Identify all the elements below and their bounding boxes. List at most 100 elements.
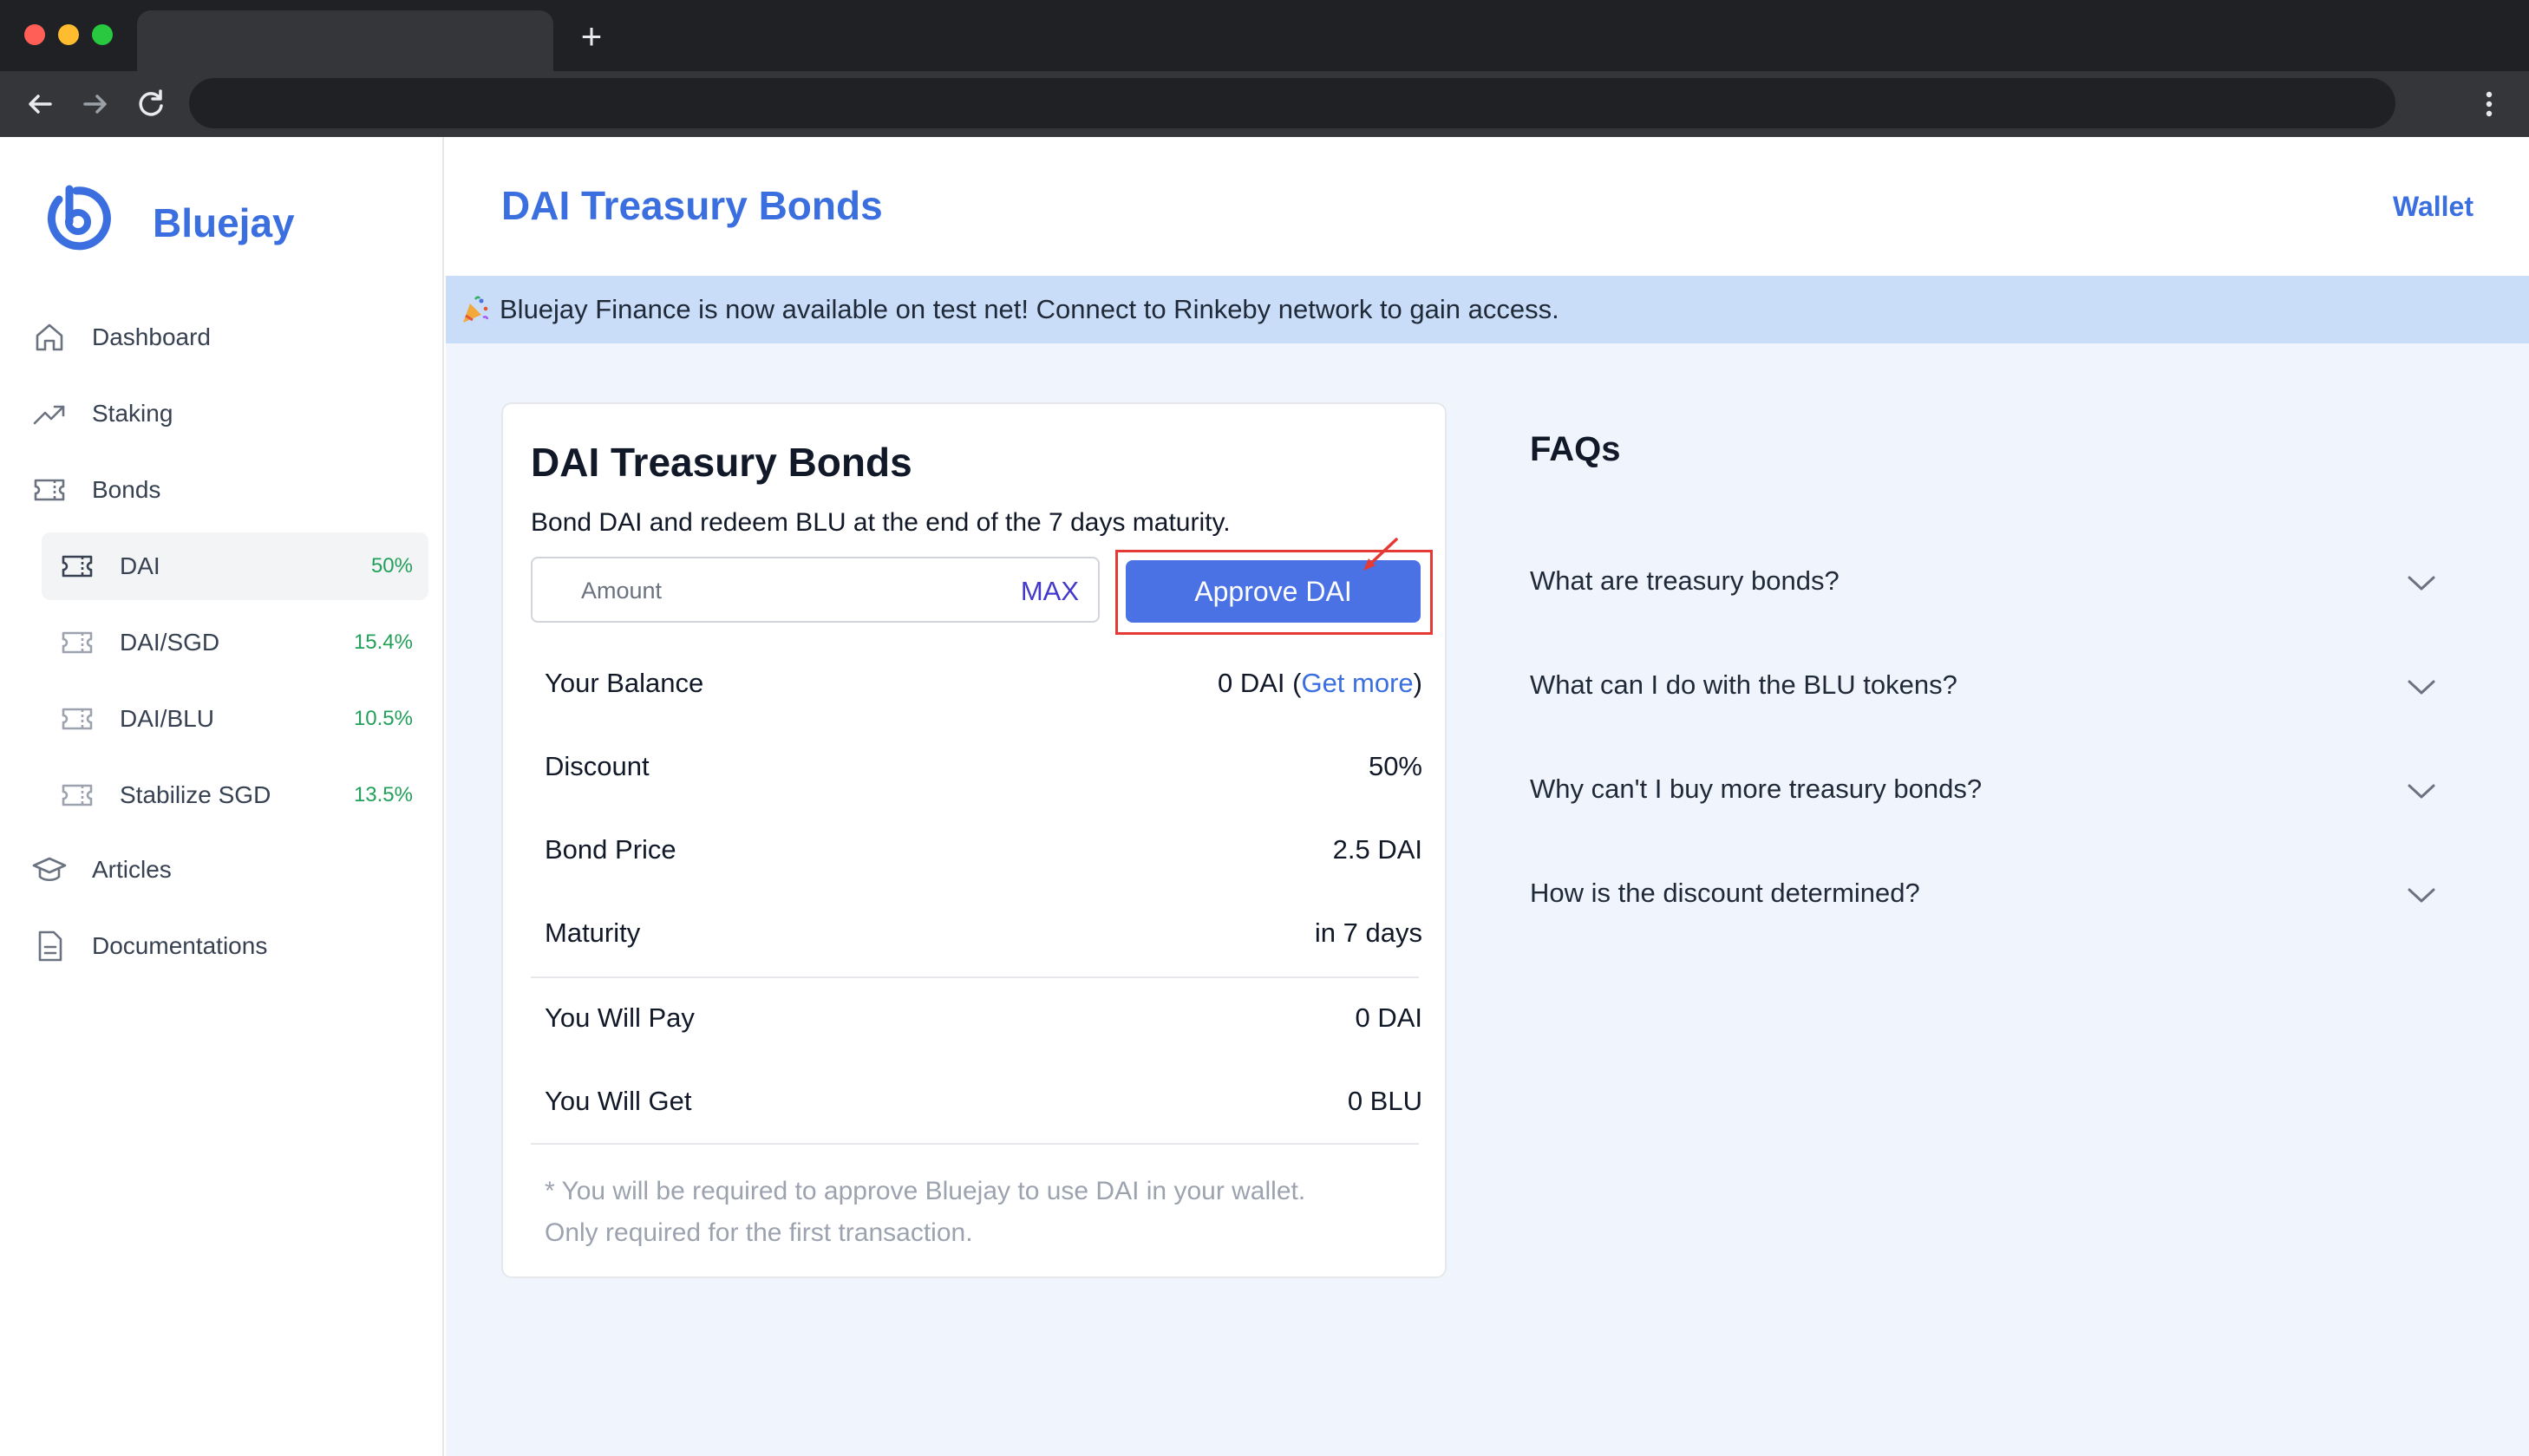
pointer-arrow-icon [1351, 534, 1403, 578]
main-content: DAI Treasury Bonds Wallet Bluejay Financ… [446, 137, 2529, 1456]
sidebar-item-label: Bonds [92, 476, 161, 503]
sidebar-item-label: Documentations [92, 932, 268, 959]
ticket-icon [59, 701, 95, 737]
bond-label: DAI [120, 552, 160, 579]
sidebar-bond-dai[interactable]: DAI 50% [42, 532, 428, 600]
sidebar-item-articles[interactable]: Articles [31, 843, 172, 897]
ticket-icon [59, 548, 95, 584]
sidebar-item-staking[interactable]: Staking [31, 387, 173, 441]
menu-kebab-icon[interactable] [2472, 83, 2506, 125]
browser-toolbar [0, 71, 2529, 137]
ticket-icon [59, 624, 95, 661]
forward-icon[interactable] [75, 83, 116, 125]
reload-icon[interactable] [130, 83, 172, 125]
chevron-down-icon[interactable] [2402, 876, 2441, 914]
faq-item[interactable]: What are treasury bonds? [1530, 555, 2441, 607]
row-label: You Will Get [545, 1086, 692, 1116]
announcement-banner: Bluejay Finance is now available on test… [446, 276, 2529, 343]
page-title: DAI Treasury Bonds [501, 183, 883, 228]
row-label: Bond Price [545, 834, 676, 865]
ticket-icon [31, 472, 68, 508]
max-button[interactable]: MAX [1021, 576, 1079, 607]
bluejay-logo-icon[interactable] [38, 180, 114, 257]
amount-field: MAX [531, 557, 1100, 623]
note-line: Only required for the first transaction. [545, 1218, 973, 1247]
row-label: You Will Pay [545, 1002, 695, 1033]
sidebar-item-dashboard[interactable]: Dashboard [31, 310, 211, 364]
row-value: 0 BLU [1347, 1086, 1422, 1116]
page-header: DAI Treasury Bonds Wallet [446, 137, 2529, 276]
home-icon [31, 319, 68, 356]
row-label: Discount [545, 751, 650, 781]
sidebar: Bluejay Dashboard Staking Bonds DAI 50% [0, 137, 444, 1456]
faq-item[interactable]: What can I do with the BLU tokens? [1530, 659, 2441, 711]
sidebar-item-bonds[interactable]: Bonds [31, 463, 160, 517]
faq-title: FAQs [1530, 430, 1621, 468]
row-label: Maturity [545, 917, 641, 948]
bond-discount-pct: 13.5% [353, 783, 413, 806]
app: Bluejay Dashboard Staking Bonds DAI 50% [0, 137, 2529, 1456]
amount-input[interactable] [534, 560, 985, 621]
address-bar[interactable] [189, 78, 2395, 128]
row-label: Your Balance [545, 668, 704, 698]
chevron-down-icon[interactable] [2402, 668, 2441, 706]
row-value: 2.5 DAI [1332, 834, 1422, 865]
wallet-button[interactable]: Wallet [2393, 191, 2473, 223]
row-value: in 7 days [1314, 917, 1422, 948]
ticket-icon [59, 777, 95, 813]
faq-question: Why can't I buy more treasury bonds? [1530, 774, 1983, 804]
faq-item[interactable]: How is the discount determined? [1530, 867, 2441, 919]
faq-question: What are treasury bonds? [1530, 565, 1840, 596]
note-line: * You will be required to approve Blueja… [545, 1177, 1306, 1205]
bond-card: DAI Treasury Bonds Bond DAI and redeem B… [501, 402, 1447, 1278]
sidebar-item-documentations[interactable]: Documentations [31, 919, 267, 973]
sidebar-bond-stabilize-sgd[interactable]: Stabilize SGD 13.5% [42, 761, 428, 829]
you-will-get-row: You Will Get 0 BLU [545, 1079, 1422, 1122]
divider [531, 1143, 1419, 1145]
document-icon [31, 928, 68, 964]
sidebar-item-label: Articles [92, 856, 172, 883]
app-name[interactable]: Bluejay [153, 199, 295, 246]
faq-question: What can I do with the BLU tokens? [1530, 669, 1957, 700]
get-more-link[interactable]: Get more [1301, 668, 1413, 698]
maximize-window-button[interactable] [92, 24, 113, 45]
browser-tab[interactable] [137, 10, 553, 71]
close-window-button[interactable] [24, 24, 45, 45]
bond-label: DAI/BLU [120, 705, 214, 732]
discount-row: Discount 50% [545, 744, 1422, 787]
party-popper-icon [458, 293, 491, 326]
bond-price-row: Bond Price 2.5 DAI [545, 827, 1422, 871]
banner-text: Bluejay Finance is now available on test… [500, 294, 1559, 324]
row-value: 50% [1368, 751, 1422, 781]
sidebar-item-label: Staking [92, 400, 173, 427]
approval-note: * You will be required to approve Blueja… [545, 1171, 1421, 1254]
divider [531, 976, 1419, 978]
minimize-window-button[interactable] [58, 24, 79, 45]
bond-discount-pct: 50% [370, 554, 413, 578]
browser-titlebar: + [0, 0, 2529, 71]
bond-discount-pct: 10.5% [353, 707, 413, 730]
bond-label: DAI/SGD [120, 629, 220, 656]
balance-suffix: ) [1413, 668, 1422, 698]
balance-row: Your Balance 0 DAI (Get more) [545, 661, 1422, 704]
card-subtitle: Bond DAI and redeem BLU at the end of th… [531, 508, 1231, 537]
card-title: DAI Treasury Bonds [531, 440, 912, 485]
back-icon[interactable] [19, 83, 61, 125]
maturity-row: Maturity in 7 days [545, 911, 1422, 954]
bond-discount-pct: 15.4% [353, 630, 413, 654]
sidebar-item-label: Dashboard [92, 323, 211, 350]
chevron-down-icon[interactable] [2402, 564, 2441, 602]
new-tab-icon[interactable]: + [574, 18, 609, 55]
bond-label: Stabilize SGD [120, 781, 271, 808]
sidebar-bond-dai-sgd[interactable]: DAI/SGD 15.4% [42, 609, 428, 676]
faq-item[interactable]: Why can't I buy more treasury bonds? [1530, 763, 2441, 815]
row-value: 0 DAI [1355, 1002, 1422, 1033]
balance-value: 0 DAI ( [1217, 668, 1302, 698]
chevron-down-icon[interactable] [2402, 772, 2441, 810]
faq-question: How is the discount determined? [1530, 878, 1920, 908]
sidebar-bond-dai-blu[interactable]: DAI/BLU 10.5% [42, 685, 428, 753]
row-value: 0 DAI (Get more) [1218, 668, 1422, 699]
you-will-pay-row: You Will Pay 0 DAI [545, 996, 1422, 1039]
graduation-cap-icon [31, 852, 68, 888]
trending-up-icon [31, 395, 68, 432]
